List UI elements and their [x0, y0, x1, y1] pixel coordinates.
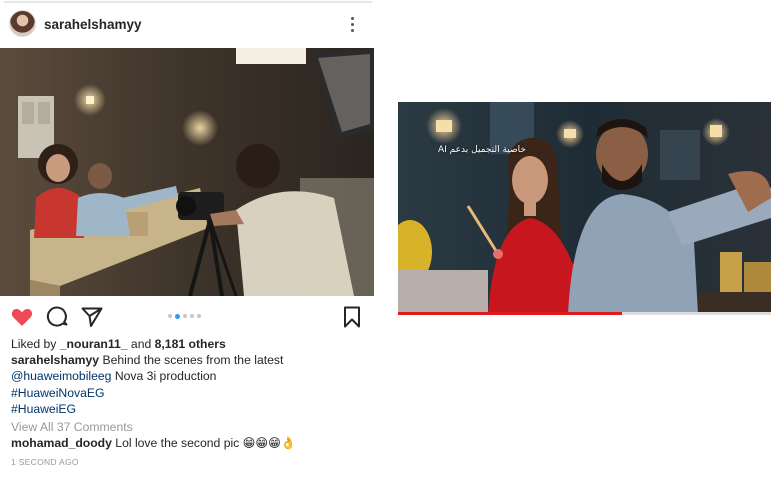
liked-by-prefix: Liked by [11, 337, 60, 351]
comment-text: Lol love the second pic 😁😁😁👌 [111, 436, 296, 451]
hashtag-link[interactable]: #HuaweiNovaEG [11, 385, 371, 401]
video-frame[interactable] [398, 102, 771, 314]
post-photo[interactable] [0, 48, 374, 296]
view-all-comments-link[interactable]: View All 37 Comments [11, 419, 371, 435]
behind-the-scenes-photo [0, 48, 374, 296]
bookmark-icon[interactable] [340, 305, 364, 329]
liked-by-user-link[interactable]: _nouran11_ [60, 337, 128, 351]
ad-video-still [398, 102, 771, 314]
comment-username[interactable]: mohamad_doody [11, 436, 112, 450]
heart-icon[interactable] [10, 305, 34, 329]
comment-icon[interactable] [46, 305, 70, 329]
avatar[interactable] [9, 10, 36, 37]
caption-line: sarahelshamyy Behind the scenes from the… [11, 352, 371, 368]
video-progress-bar[interactable] [398, 312, 771, 315]
mention-link[interactable]: @huaweimobileeg [11, 369, 111, 383]
video-overlay-caption: خاصية التجميل بدعم AI [438, 145, 526, 155]
caption-line-2: @huaweimobileeg Nova 3i production [11, 368, 371, 384]
post-details: Liked by _nouran11_ and 8,181 others sar… [11, 336, 371, 471]
comment-line: mohamad_doody Lol love the second pic 😁😁… [11, 435, 371, 451]
post-username[interactable]: sarahelshamyy [44, 17, 142, 32]
video-progress-fill [398, 312, 622, 315]
caption-text-2: Nova 3i production [111, 369, 217, 384]
caption-username[interactable]: sarahelshamyy [11, 353, 99, 367]
caption-text: Behind the scenes from the latest [99, 353, 284, 368]
top-divider [4, 1, 372, 3]
likes-count-link[interactable]: 8,181 others [155, 337, 226, 351]
share-icon[interactable] [80, 305, 104, 329]
likes-line: Liked by _nouran11_ and 8,181 others [11, 336, 371, 352]
hashtag-link[interactable]: #HuaweiEG [11, 401, 371, 417]
post-header: sarahelshamyy [0, 8, 376, 40]
more-vertical-icon[interactable] [346, 14, 360, 34]
liked-by-and: and [127, 337, 155, 351]
instagram-post: sarahelshamyy Liked by _nouran11_ and 8,… [0, 0, 376, 496]
post-timestamp: 1 SECOND AGO [11, 457, 79, 468]
carousel-indicator [168, 313, 208, 320]
